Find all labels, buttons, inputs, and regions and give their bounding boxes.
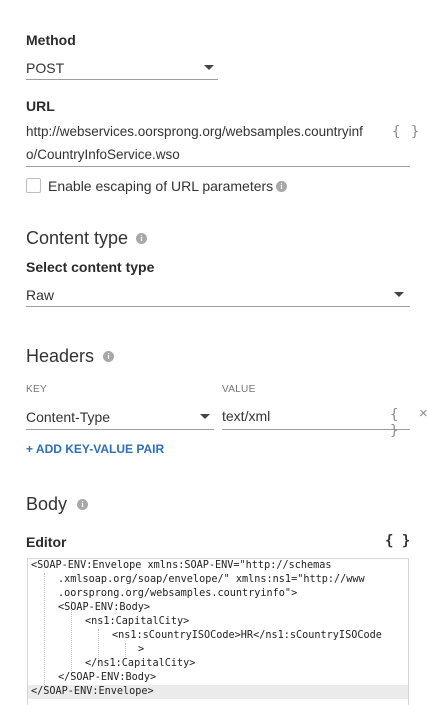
method-label: Method xyxy=(26,32,76,48)
code-line: <SOAP-ENV:Body> xyxy=(58,602,151,613)
info-icon[interactable]: i xyxy=(77,499,88,510)
chevron-down-icon xyxy=(394,292,404,297)
indent-guide xyxy=(125,643,126,657)
add-key-value-pair-button[interactable]: + ADD KEY-VALUE PAIR xyxy=(26,442,164,456)
chevron-down-icon xyxy=(204,65,214,70)
method-select-value: POST xyxy=(26,60,65,76)
code-line: <ns1:sCountryISOCode>HR</ns1:sCountryISO… xyxy=(112,630,382,641)
code-line: .oorsprong.org/websamples.countryinfo"> xyxy=(58,588,298,599)
url-line-2: o/CountryInfoService.wso xyxy=(26,147,180,162)
header-value-text: text/xml xyxy=(222,408,271,424)
headers-title: Headers xyxy=(26,346,95,366)
content-type-select-label: Select content type xyxy=(26,259,155,275)
content-type-select-value: Raw xyxy=(26,287,55,303)
body-title: Body xyxy=(26,494,68,514)
code-line: .xmlsoap.org/soap/envelope/" xmlns:ns1="… xyxy=(58,574,365,585)
escape-url-label: Enable escaping of URL parameters xyxy=(48,178,274,194)
curly-braces-icon[interactable]: { } xyxy=(390,124,421,140)
headers-value-column: VALUE xyxy=(222,384,256,395)
escape-url-checkbox[interactable] xyxy=(26,178,41,193)
url-line-1: http://webservices.oorsprong.org/websamp… xyxy=(26,124,363,139)
chevron-down-icon xyxy=(200,414,210,419)
curly-braces-icon[interactable]: { } xyxy=(390,407,410,439)
indent-guide xyxy=(44,573,45,691)
url-input[interactable]: http://webservices.oorsprong.org/websamp… xyxy=(26,121,410,167)
url-label: URL xyxy=(26,98,55,114)
header-value-input[interactable]: text/xml { } xyxy=(222,403,410,439)
editor-label: Editor xyxy=(26,534,67,550)
code-line: <SOAP-ENV:Envelope xmlns:SOAP-ENV="http:… xyxy=(31,560,332,571)
info-icon[interactable]: i xyxy=(276,181,287,192)
method-select[interactable]: POST xyxy=(26,56,218,80)
close-icon[interactable]: × xyxy=(419,405,427,423)
code-line-active: </SOAP-ENV:Envelope> xyxy=(28,685,408,699)
code-line: </ns1:CapitalCity> xyxy=(85,658,196,669)
info-icon[interactable]: i xyxy=(136,233,147,244)
content-type-title: Content type xyxy=(26,228,129,248)
header-key-select[interactable]: Content-Type xyxy=(26,403,214,430)
header-key-value: Content-Type xyxy=(26,409,111,425)
info-icon[interactable]: i xyxy=(103,351,114,362)
body-code-editor[interactable]: <SOAP-ENV:Envelope xmlns:SOAP-ENV="http:… xyxy=(27,558,409,705)
content-type-select[interactable]: Raw xyxy=(26,283,410,307)
code-line: <ns1:CapitalCity> xyxy=(85,616,190,627)
format-code-icon[interactable]: { } xyxy=(385,533,410,549)
headers-key-column: KEY xyxy=(26,384,47,395)
code-line: </SOAP-ENV:Body> xyxy=(58,672,157,683)
code-line: > xyxy=(138,644,145,655)
